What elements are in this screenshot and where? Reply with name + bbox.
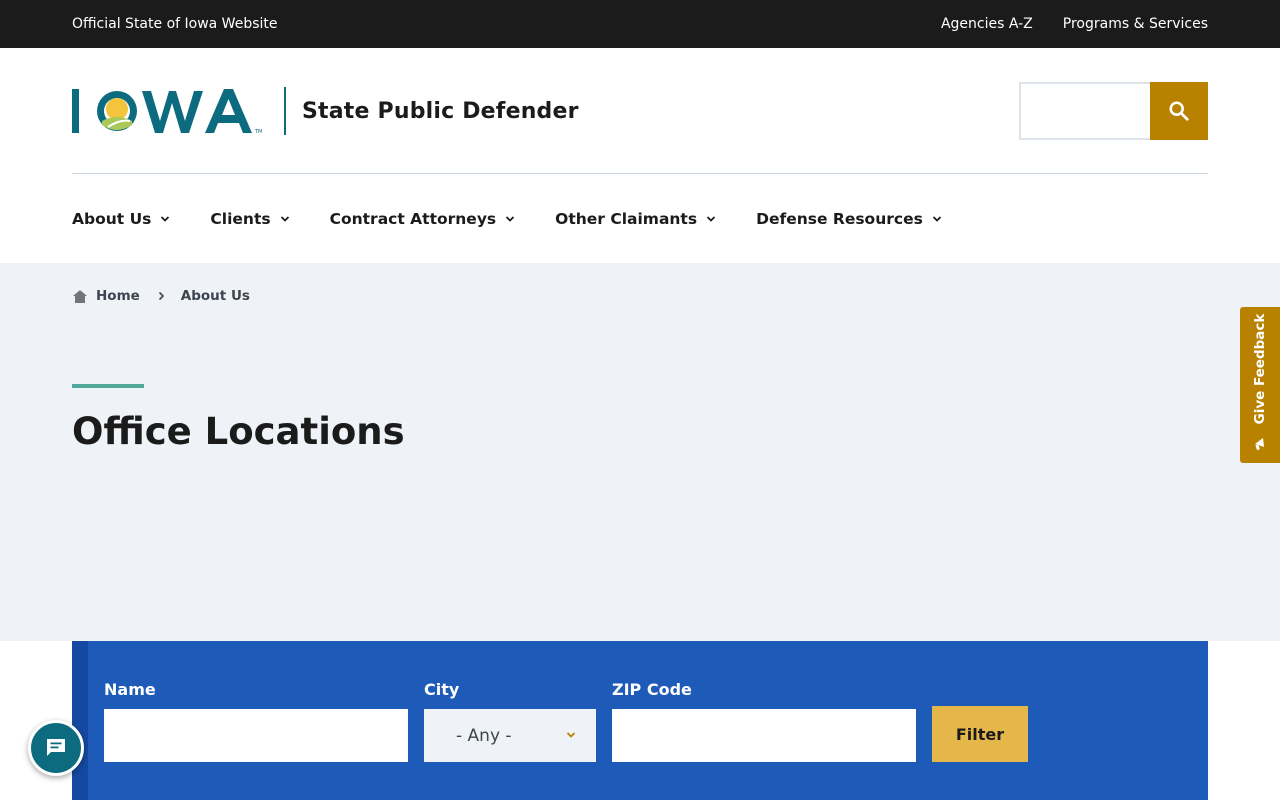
official-site-text: Official State of Iowa Website xyxy=(72,16,278,32)
chevron-down-icon xyxy=(505,215,515,223)
nav-item-label: Clients xyxy=(210,209,271,228)
top-utility-bar: Official State of Iowa Website Agencies … xyxy=(0,0,1280,48)
chevron-down-icon xyxy=(706,215,716,223)
search-form xyxy=(1019,82,1208,140)
name-label: Name xyxy=(104,680,156,699)
nav-item-label: Defense Resources xyxy=(756,209,923,228)
utility-links: Agencies A-Z Programs & Services xyxy=(941,16,1208,32)
megaphone-icon xyxy=(1252,435,1268,451)
chevron-down-icon xyxy=(160,215,170,223)
breadcrumb: Home About Us xyxy=(72,288,250,304)
search-input[interactable] xyxy=(1019,82,1150,140)
nav-item-other-claimants[interactable]: Other Claimants xyxy=(555,210,716,228)
give-feedback-label: Give Feedback xyxy=(1252,313,1268,425)
search-icon xyxy=(1169,101,1189,121)
search-button[interactable] xyxy=(1150,82,1208,140)
chevron-down-icon xyxy=(566,731,576,739)
nav-item-clients[interactable]: Clients xyxy=(210,210,289,228)
home-icon xyxy=(72,289,88,304)
nav-item-label: About Us xyxy=(72,209,152,228)
breadcrumb-about-us-link[interactable]: About Us xyxy=(181,288,250,304)
give-feedback-tab[interactable]: Give Feedback xyxy=(1240,307,1280,463)
chevron-down-icon xyxy=(932,215,942,223)
nav-item-defense-resources[interactable]: Defense Resources xyxy=(756,210,942,228)
nav-item-label: Other Claimants xyxy=(555,209,698,228)
chat-icon xyxy=(47,739,65,756)
nav-item-contract-attorneys[interactable]: Contract Attorneys xyxy=(330,210,516,228)
site-header: TM State Public Defender xyxy=(0,48,1280,174)
nav-item-about-us[interactable]: About Us xyxy=(72,210,170,228)
breadcrumb-home-link[interactable]: Home xyxy=(96,288,140,304)
chevron-right-icon xyxy=(158,291,165,301)
programs-services-link[interactable]: Programs & Services xyxy=(1063,16,1208,32)
zip-code-input[interactable] xyxy=(612,709,916,762)
city-select-value: - Any - xyxy=(456,725,512,746)
brand[interactable]: TM State Public Defender xyxy=(72,87,579,135)
zip-code-label: ZIP Code xyxy=(612,680,692,699)
nav-item-label: Contract Attorneys xyxy=(329,209,497,228)
chat-button[interactable] xyxy=(28,720,84,776)
svg-text:TM: TM xyxy=(254,129,262,135)
agencies-link[interactable]: Agencies A-Z xyxy=(941,16,1033,32)
page-title: Office Locations xyxy=(72,410,405,453)
brand-divider xyxy=(284,87,286,135)
iowa-logo: TM xyxy=(72,87,272,135)
site-name: State Public Defender xyxy=(302,98,579,124)
main-nav: About Us Clients Contract Attorneys Othe… xyxy=(0,174,1280,263)
name-input[interactable] xyxy=(104,709,408,762)
city-label: City xyxy=(424,680,460,699)
filter-button[interactable]: Filter xyxy=(932,706,1028,762)
iowa-logo-graphic: TM xyxy=(72,89,262,135)
city-select[interactable]: - Any - xyxy=(424,709,596,762)
chevron-down-icon xyxy=(280,215,290,223)
title-accent-line xyxy=(72,384,144,388)
